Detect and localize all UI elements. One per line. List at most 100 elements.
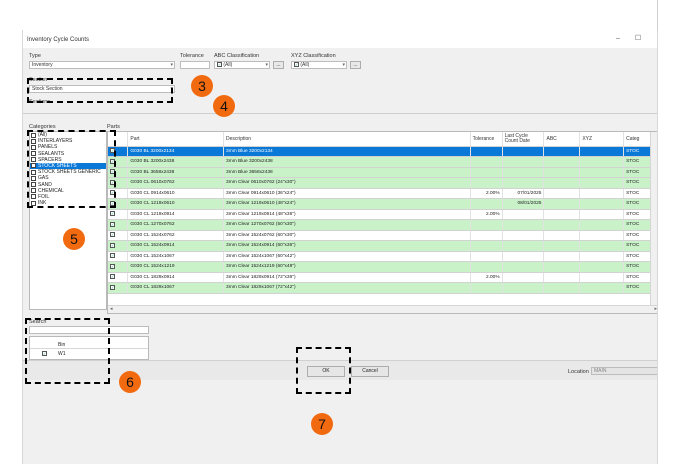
xyz-cell bbox=[579, 219, 625, 231]
abc-combo[interactable]: ✓ (All) ▾ bbox=[214, 61, 270, 69]
last-count-date-cell bbox=[502, 156, 545, 168]
row-checkbox-cell[interactable]: ✓ bbox=[108, 261, 129, 273]
table-row[interactable]: ✓ G030 CL 1524x0762 3mm Clear 1524x0762 (6… bbox=[108, 230, 657, 241]
abc-cell bbox=[543, 188, 581, 199]
table-row[interactable]: ✓ G030 CL 1219x0914 3mm Clear 1219x0914 (4… bbox=[108, 209, 657, 220]
abc-cell bbox=[543, 198, 581, 210]
row-checkbox-cell[interactable]: ✓ bbox=[108, 282, 129, 294]
annotation-box-7 bbox=[296, 347, 351, 394]
last-count-date-cell bbox=[502, 282, 545, 294]
row-checkbox-cell[interactable]: ✓ bbox=[108, 209, 129, 220]
description-cell: 3mm Clear 0610x0762 (24"x30") bbox=[223, 177, 471, 189]
tolerance-cell bbox=[470, 156, 503, 168]
row-checkbox-cell[interactable]: ✓ bbox=[108, 251, 129, 262]
table-row[interactable]: ✓ G030 CL 0914x0610 3mm Clear 0914x0610 (3… bbox=[108, 188, 657, 199]
xyz-cell bbox=[579, 272, 625, 283]
xyz-cell bbox=[579, 282, 625, 294]
tolerance-cell bbox=[470, 282, 503, 294]
table-row[interactable]: ✓ G030 BL 3200x2438 3mm Blue 3200x2438 STOC bbox=[108, 156, 657, 168]
xyz-cell bbox=[579, 188, 625, 199]
row-checkbox-cell[interactable]: ✓ bbox=[108, 219, 129, 231]
row-checkbox[interactable]: ✓ bbox=[110, 221, 115, 227]
column-header[interactable]: XYZ bbox=[579, 132, 625, 147]
xyz-cell bbox=[579, 240, 625, 252]
step-marker-3: 3 bbox=[191, 75, 213, 97]
tolerance-cell: 2.00% bbox=[470, 209, 503, 220]
abc-cell bbox=[543, 251, 581, 262]
table-row[interactable]: ✓ G030 BL 3658x2438 3mm Blue 3658x2438 STOC bbox=[108, 167, 657, 178]
window-title: Inventory Cycle Counts bbox=[27, 37, 90, 43]
xyz-combo[interactable]: ✓ (All) ▾ bbox=[291, 61, 347, 69]
row-checkbox[interactable]: ✓ bbox=[110, 284, 115, 290]
table-row[interactable]: ✓ G030 CL 1524x0914 3mm Clear 1524x0914 (6… bbox=[108, 240, 657, 252]
abc-browse-button[interactable]: ... bbox=[273, 61, 284, 69]
abc-check-icon: ✓ bbox=[217, 62, 222, 68]
chevron-down-icon: ▾ bbox=[265, 62, 268, 68]
step-marker-6: 6 bbox=[119, 371, 141, 393]
table-row[interactable]: ✓ G030 CL 1219x0610 3mm Clear 1219x0610 (4… bbox=[108, 198, 657, 210]
vertical-scrollbar[interactable] bbox=[650, 132, 657, 305]
minimize-button[interactable]: – bbox=[611, 34, 625, 44]
step-marker-7: 7 bbox=[311, 413, 333, 435]
row-checkbox-cell[interactable]: ✓ bbox=[108, 272, 129, 283]
tolerance-cell bbox=[470, 251, 503, 262]
part-cell: G030 CL 0610x0762 bbox=[127, 177, 225, 189]
description-cell: 3mm Clear 1524x1067 (60"x42") bbox=[223, 251, 471, 262]
table-row[interactable]: ✓ G030 BL 3200x2134 3mm Blue 3200x2134 STOC bbox=[108, 146, 657, 157]
maximize-button[interactable]: ☐ bbox=[631, 34, 645, 44]
part-cell: G030 CL 1524x1067 bbox=[127, 251, 225, 262]
abc-cell bbox=[543, 272, 581, 283]
last-count-date-cell bbox=[502, 219, 545, 231]
description-cell: 3mm Clear 1219x0914 (48"x36") bbox=[223, 209, 471, 220]
row-checkbox[interactable]: ✓ bbox=[110, 211, 115, 217]
scroll-left-icon[interactable]: ◂ bbox=[110, 306, 113, 312]
column-header[interactable]: Part bbox=[127, 132, 225, 147]
abc-value: (All) bbox=[223, 62, 233, 68]
last-count-date-cell bbox=[502, 146, 545, 157]
tolerance-label: Tolerance bbox=[180, 53, 204, 59]
table-row[interactable]: ✓ G030 CL 1524x1219 3mm Clear 1524x1219 (6… bbox=[108, 261, 657, 273]
cancel-button[interactable]: Cancel bbox=[351, 366, 389, 377]
xyz-browse-button[interactable]: ... bbox=[350, 61, 361, 69]
tolerance-cell bbox=[470, 240, 503, 252]
step-marker-5: 5 bbox=[63, 228, 85, 250]
parts-table: Part Description Tolerance Last Cycle Co… bbox=[108, 132, 657, 294]
table-row[interactable]: ✓ G030 CL 0610x0762 3mm Clear 0610x0762 (2… bbox=[108, 177, 657, 189]
annotation-box-3 bbox=[27, 78, 173, 103]
row-checkbox[interactable]: ✓ bbox=[110, 274, 115, 280]
row-checkbox-cell[interactable]: ✓ bbox=[108, 230, 129, 241]
xyz-cell bbox=[579, 198, 625, 210]
table-row[interactable]: ✓ G030 CL 1829x0914 3mm Clear 1829x0914 (7… bbox=[108, 272, 657, 283]
row-checkbox[interactable]: ✓ bbox=[110, 263, 115, 269]
abc-cell bbox=[543, 230, 581, 241]
row-checkbox-cell[interactable]: ✓ bbox=[108, 240, 129, 252]
horizontal-scrollbar[interactable]: ◂ ▸ bbox=[108, 305, 657, 313]
description-cell: 3mm Blue 3200x2438 bbox=[223, 156, 471, 168]
row-checkbox[interactable]: ✓ bbox=[110, 253, 115, 259]
type-value: Inventory bbox=[32, 62, 53, 68]
table-row[interactable]: ✓ G030 CL 1270x0762 3mm Clear 1270x0762 (5… bbox=[108, 219, 657, 231]
description-cell: 3mm Clear 1829x1067 (72"x42") bbox=[223, 282, 471, 294]
column-header[interactable]: Last Cycle Count Date bbox=[502, 132, 545, 147]
table-row[interactable]: ✓ G030 CL 1829x1067 3mm Clear 1829x1067 (7… bbox=[108, 282, 657, 294]
chevron-down-icon: ▾ bbox=[170, 62, 173, 68]
row-checkbox[interactable]: ✓ bbox=[110, 232, 115, 238]
xyz-check-icon: ✓ bbox=[294, 62, 299, 68]
location-field[interactable]: MAIN bbox=[591, 367, 657, 375]
column-header[interactable]: ABC bbox=[543, 132, 581, 147]
table-row[interactable]: ✓ G030 CL 1524x1067 3mm Clear 1524x1067 (6… bbox=[108, 251, 657, 262]
abc-cell bbox=[543, 146, 581, 157]
abc-label: ABC Classification bbox=[214, 53, 260, 59]
column-header[interactable]: Tolerance bbox=[470, 132, 503, 147]
tolerance-input[interactable] bbox=[180, 61, 210, 69]
tolerance-cell bbox=[470, 219, 503, 231]
xyz-value: (All) bbox=[300, 62, 310, 68]
tolerance-cell bbox=[470, 230, 503, 241]
tolerance-cell bbox=[470, 167, 503, 178]
location-value: MAIN bbox=[594, 368, 607, 374]
row-checkbox[interactable]: ✓ bbox=[110, 242, 115, 248]
column-header[interactable]: Description bbox=[223, 132, 471, 147]
type-combo[interactable]: Inventory ▾ bbox=[29, 61, 175, 69]
scroll-right-icon[interactable]: ▸ bbox=[654, 306, 657, 312]
part-cell: G030 BL 3200x2438 bbox=[127, 156, 225, 168]
